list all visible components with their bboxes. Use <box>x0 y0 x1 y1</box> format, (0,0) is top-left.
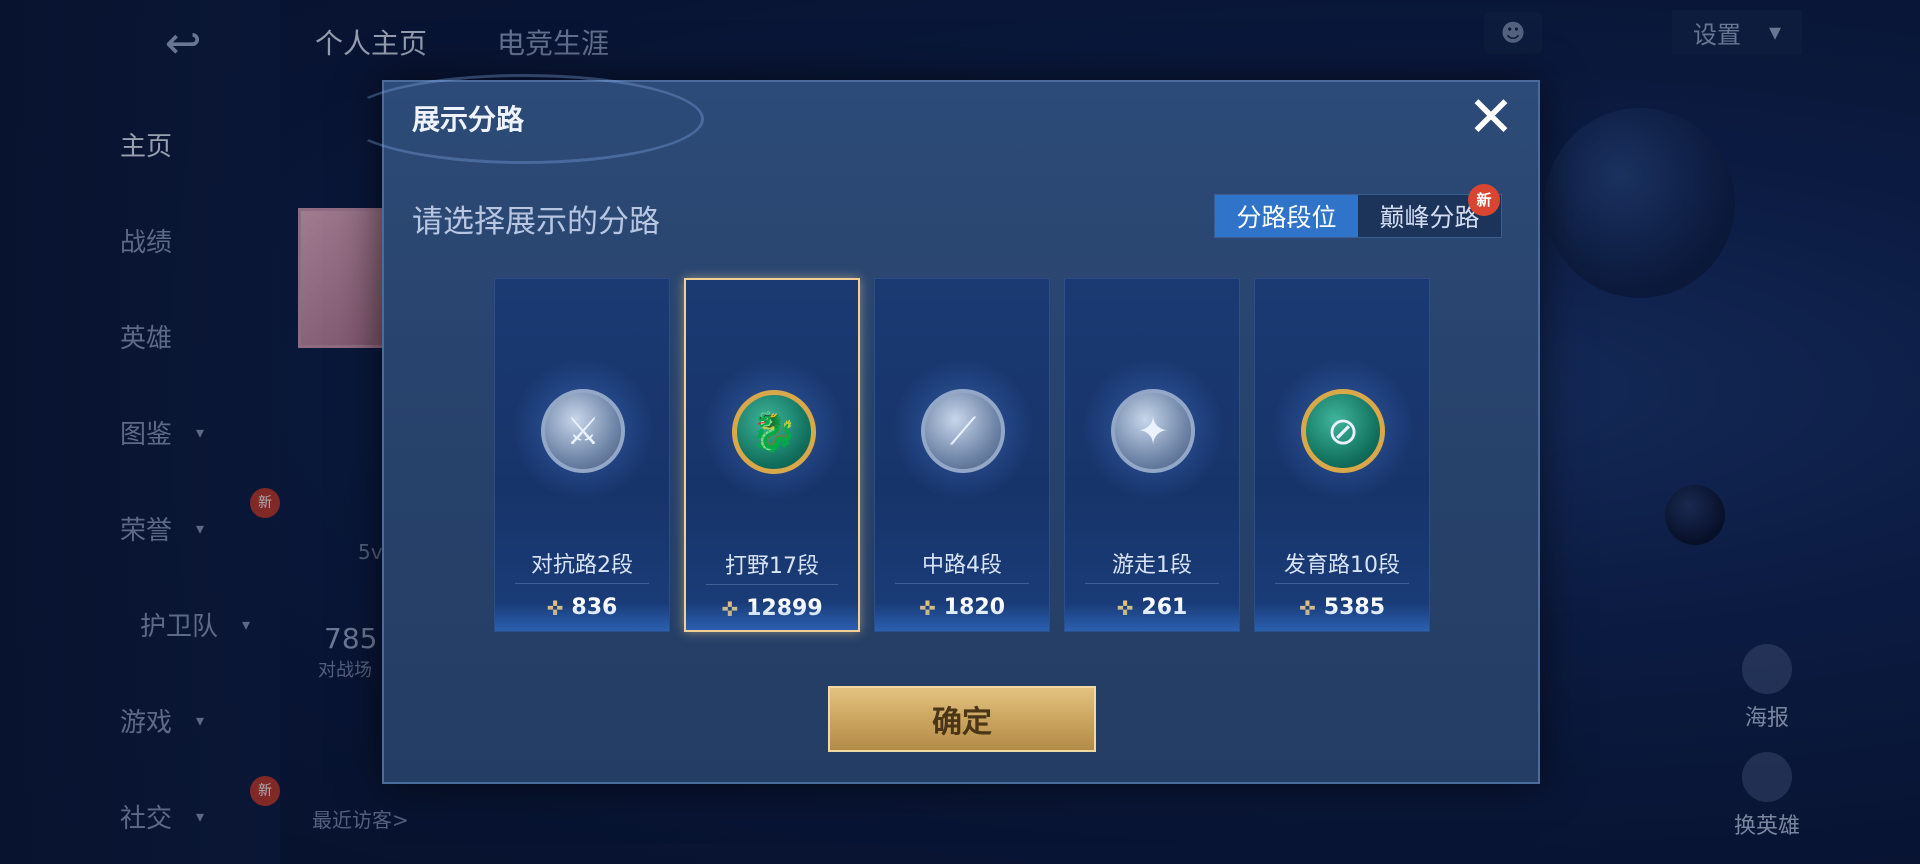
dialog-prompt: 请选择展示的分路 <box>412 204 660 240</box>
divider <box>1085 583 1219 584</box>
lane-label: 打野17段 <box>725 554 819 579</box>
confirm-button[interactable]: 确定 <box>828 686 1096 752</box>
lane-label: 发育路10段 <box>1284 553 1400 578</box>
new-badge: 新 <box>1468 184 1500 216</box>
lane-cards: ⚔ 对抗路2段 ✜ 836 🐉 打野17段 ✜ 12899 ⟋ 中路4段 <box>494 278 1430 632</box>
card-bottom-glow <box>686 602 858 630</box>
lane-card-roam[interactable]: ✦ 游走1段 ✜ 261 <box>1064 278 1240 632</box>
lane-label: 对抗路2段 <box>531 553 633 578</box>
card-bottom-glow <box>495 603 669 631</box>
lane-display-dialog: 展示分路 ✕ 请选择展示的分路 分路段位 巅峰分路 新 ⚔ 对抗路2段 ✜ 83… <box>344 74 1540 784</box>
dragon-icon: 🐉 <box>732 390 816 474</box>
divider <box>515 583 649 584</box>
card-bottom-glow <box>1255 603 1429 631</box>
card-bottom-glow <box>875 603 1049 631</box>
mode-toggle: 分路段位 巅峰分路 <box>1214 194 1502 238</box>
divider <box>706 584 838 585</box>
dialog-title: 展示分路 <box>412 103 525 136</box>
lane-card-farm[interactable]: ⊘ 发育路10段 ✜ 5385 <box>1254 278 1430 632</box>
crossed-swords-icon: ⚔ <box>541 389 625 473</box>
bow-icon: ⊘ <box>1301 389 1385 473</box>
lane-card-jungle[interactable]: 🐉 打野17段 ✜ 12899 <box>684 278 860 632</box>
lane-label: 中路4段 <box>922 553 1002 578</box>
divider <box>1275 583 1409 584</box>
divider <box>895 583 1029 584</box>
close-icon[interactable]: ✕ <box>1466 90 1516 146</box>
wings-icon: ✦ <box>1111 389 1195 473</box>
lane-label: 游走1段 <box>1112 553 1192 578</box>
card-bottom-glow <box>1065 603 1239 631</box>
lane-card-top[interactable]: ⚔ 对抗路2段 ✜ 836 <box>494 278 670 632</box>
lane-card-mid[interactable]: ⟋ 中路4段 ✜ 1820 <box>874 278 1050 632</box>
wand-icon: ⟋ <box>921 389 1005 473</box>
toggle-lane-rank[interactable]: 分路段位 <box>1215 195 1358 237</box>
